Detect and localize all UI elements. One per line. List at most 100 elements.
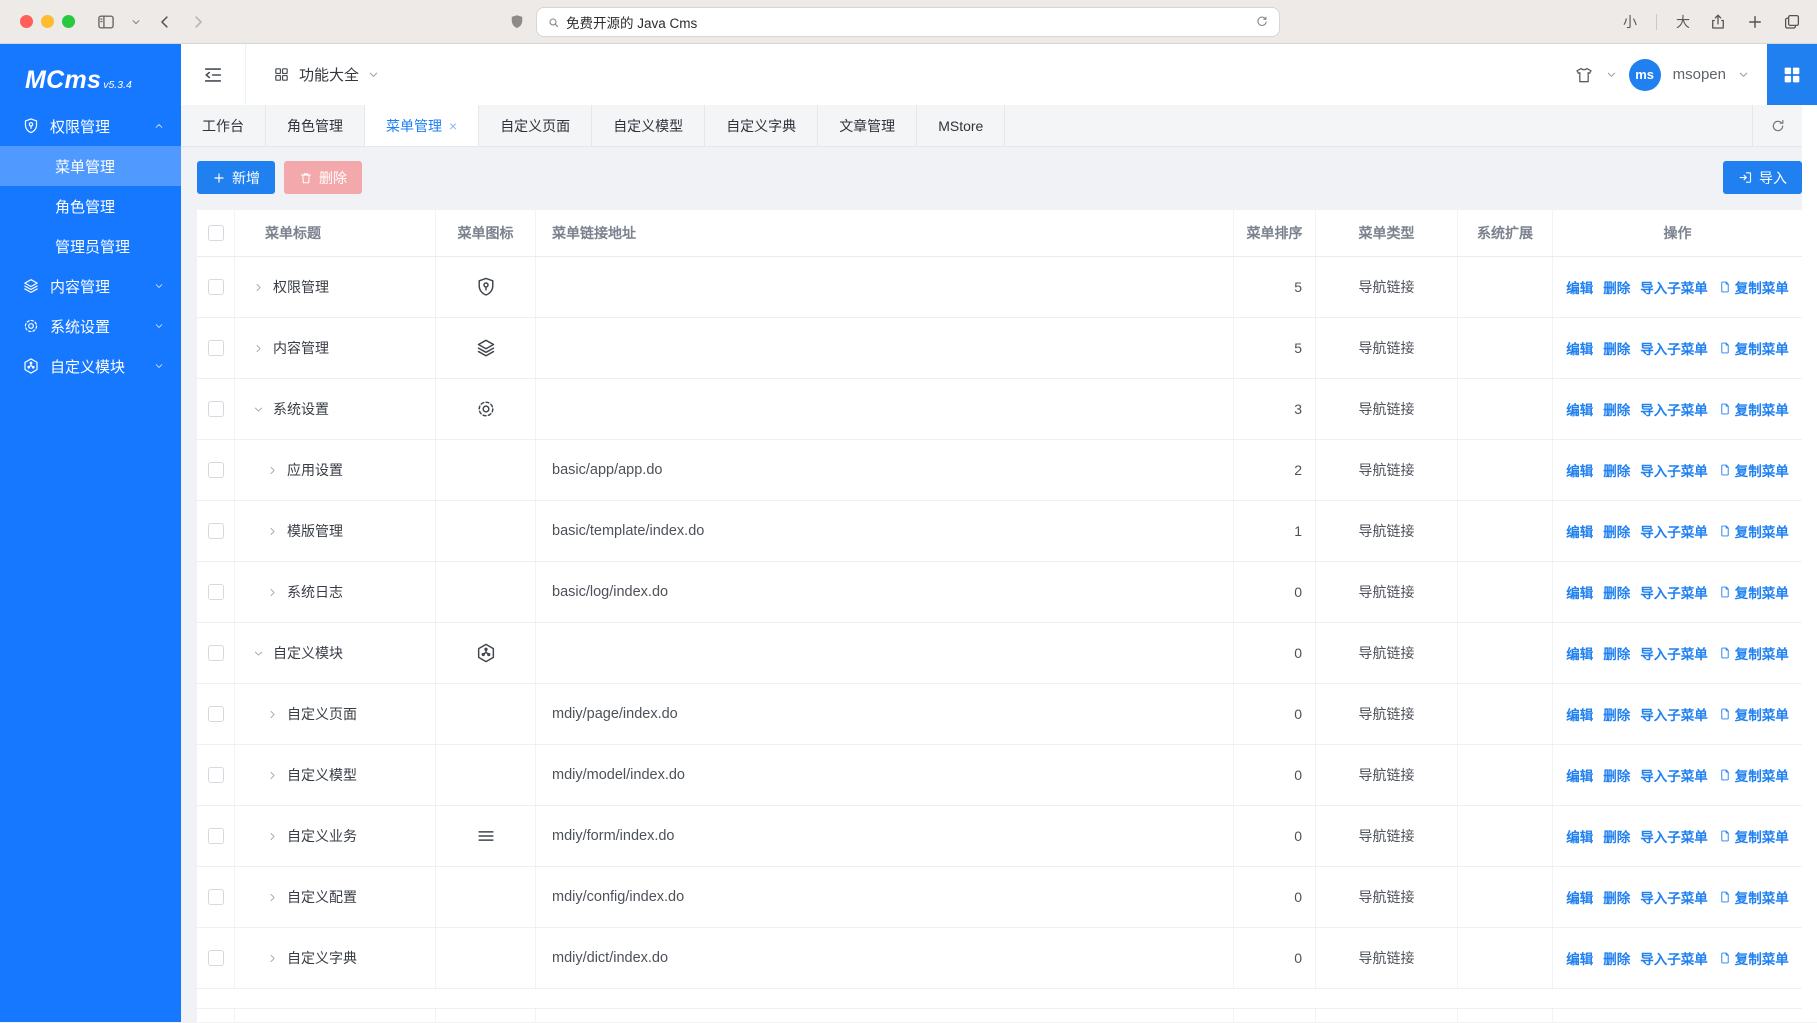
delete-button[interactable]: 删除 <box>284 161 362 194</box>
new-tab-icon[interactable] <box>1746 13 1764 31</box>
refresh-tab-button[interactable] <box>1752 105 1802 146</box>
chevron-down-icon[interactable] <box>1738 69 1749 80</box>
sidebar-group-2[interactable]: 系统设置 <box>0 306 181 346</box>
action-edit-link[interactable]: 编辑 <box>1566 948 1593 968</box>
action-import-sub-link[interactable]: 导入子菜单 <box>1640 887 1708 907</box>
sidebar-item-0-0[interactable]: 菜单管理 <box>0 146 181 186</box>
privacy-shield-icon[interactable] <box>508 13 526 31</box>
theme-tshirt-icon[interactable] <box>1574 65 1594 85</box>
action-delete-link[interactable]: 删除 <box>1603 765 1630 785</box>
row-checkbox[interactable] <box>208 340 224 356</box>
expand-row-icon[interactable] <box>266 952 279 965</box>
tab-4[interactable]: 自定义模型 <box>592 105 705 146</box>
action-copy-link[interactable]: 复制菜单 <box>1718 765 1789 785</box>
tab-3[interactable]: 自定义页面 <box>479 105 592 146</box>
expand-row-icon[interactable] <box>252 342 265 355</box>
action-edit-link[interactable]: 编辑 <box>1566 887 1593 907</box>
import-button[interactable]: 导入 <box>1723 161 1802 194</box>
action-copy-link[interactable]: 复制菜单 <box>1718 887 1789 907</box>
tab-overview-icon[interactable] <box>1783 13 1801 31</box>
expand-row-icon[interactable] <box>266 464 279 477</box>
row-checkbox[interactable] <box>208 889 224 905</box>
action-import-sub-link[interactable]: 导入子菜单 <box>1640 460 1708 480</box>
text-smaller-button[interactable]: 小 <box>1623 12 1637 32</box>
action-edit-link[interactable]: 编辑 <box>1566 582 1593 602</box>
tab-1[interactable]: 角色管理 <box>266 105 365 146</box>
expand-row-icon[interactable] <box>266 830 279 843</box>
action-copy-link[interactable]: 复制菜单 <box>1718 460 1789 480</box>
apps-grid-button[interactable] <box>1767 44 1817 105</box>
row-checkbox[interactable] <box>208 828 224 844</box>
sidebar-item-0-2[interactable]: 管理员管理 <box>0 226 181 266</box>
action-import-sub-link[interactable]: 导入子菜单 <box>1640 826 1708 846</box>
action-delete-link[interactable]: 删除 <box>1603 338 1630 358</box>
scrollbar-track[interactable] <box>1802 147 1817 1022</box>
action-copy-link[interactable]: 复制菜单 <box>1718 643 1789 663</box>
action-delete-link[interactable]: 删除 <box>1603 460 1630 480</box>
expand-row-icon[interactable] <box>266 769 279 782</box>
action-import-sub-link[interactable]: 导入子菜单 <box>1640 399 1708 419</box>
browser-sidebar-toggle-icon[interactable] <box>96 12 116 32</box>
action-delete-link[interactable]: 删除 <box>1603 887 1630 907</box>
close-window-button[interactable] <box>20 15 33 28</box>
sidebar-group-1[interactable]: 内容管理 <box>0 266 181 306</box>
action-import-sub-link[interactable]: 导入子菜单 <box>1640 643 1708 663</box>
action-import-sub-link[interactable]: 导入子菜单 <box>1640 338 1708 358</box>
text-larger-button[interactable]: 大 <box>1676 12 1690 32</box>
minimize-window-button[interactable] <box>41 15 54 28</box>
tab-0[interactable]: 工作台 <box>181 105 266 146</box>
action-delete-link[interactable]: 删除 <box>1603 582 1630 602</box>
tab-6[interactable]: 文章管理 <box>818 105 917 146</box>
select-all-checkbox[interactable] <box>208 225 224 241</box>
tab-5[interactable]: 自定义字典 <box>705 105 818 146</box>
action-import-sub-link[interactable]: 导入子菜单 <box>1640 704 1708 724</box>
action-delete-link[interactable]: 删除 <box>1603 277 1630 297</box>
collapse-row-icon[interactable] <box>252 647 265 660</box>
action-import-sub-link[interactable]: 导入子菜单 <box>1640 948 1708 968</box>
add-button[interactable]: 新增 <box>197 161 275 194</box>
chevron-down-icon[interactable] <box>131 17 141 27</box>
back-icon[interactable] <box>156 13 174 31</box>
sidebar-group-3[interactable]: 自定义模块 <box>0 346 181 386</box>
zoom-window-button[interactable] <box>62 15 75 28</box>
share-icon[interactable] <box>1709 13 1727 31</box>
expand-row-icon[interactable] <box>266 525 279 538</box>
action-delete-link[interactable]: 删除 <box>1603 521 1630 541</box>
close-icon[interactable]: × <box>449 119 457 133</box>
action-copy-link[interactable]: 复制菜单 <box>1718 582 1789 602</box>
action-import-sub-link[interactable]: 导入子菜单 <box>1640 277 1708 297</box>
action-edit-link[interactable]: 编辑 <box>1566 338 1593 358</box>
action-delete-link[interactable]: 删除 <box>1603 826 1630 846</box>
action-copy-link[interactable]: 复制菜单 <box>1718 704 1789 724</box>
action-copy-link[interactable]: 复制菜单 <box>1718 948 1789 968</box>
action-edit-link[interactable]: 编辑 <box>1566 521 1593 541</box>
action-copy-link[interactable]: 复制菜单 <box>1718 521 1789 541</box>
action-delete-link[interactable]: 删除 <box>1603 399 1630 419</box>
row-checkbox[interactable] <box>208 584 224 600</box>
expand-row-icon[interactable] <box>266 708 279 721</box>
action-import-sub-link[interactable]: 导入子菜单 <box>1640 521 1708 541</box>
avatar[interactable]: ms <box>1629 59 1661 91</box>
sidebar-item-0-1[interactable]: 角色管理 <box>0 186 181 226</box>
action-copy-link[interactable]: 复制菜单 <box>1718 826 1789 846</box>
action-copy-link[interactable]: 复制菜单 <box>1718 399 1789 419</box>
action-edit-link[interactable]: 编辑 <box>1566 765 1593 785</box>
row-checkbox[interactable] <box>208 950 224 966</box>
address-bar[interactable]: 免费开源的 Java Cms <box>536 7 1280 37</box>
forward-icon[interactable] <box>189 13 207 31</box>
chevron-down-icon[interactable] <box>1606 69 1617 80</box>
row-checkbox[interactable] <box>208 462 224 478</box>
action-import-sub-link[interactable]: 导入子菜单 <box>1640 765 1708 785</box>
menu-fold-icon[interactable] <box>181 64 245 86</box>
action-delete-link[interactable]: 删除 <box>1603 948 1630 968</box>
action-copy-link[interactable]: 复制菜单 <box>1718 277 1789 297</box>
action-edit-link[interactable]: 编辑 <box>1566 399 1593 419</box>
action-delete-link[interactable]: 删除 <box>1603 704 1630 724</box>
collapse-row-icon[interactable] <box>252 403 265 416</box>
row-checkbox[interactable] <box>208 523 224 539</box>
row-checkbox[interactable] <box>208 767 224 783</box>
reload-icon[interactable] <box>1255 15 1269 29</box>
action-edit-link[interactable]: 编辑 <box>1566 460 1593 480</box>
tab-7[interactable]: MStore <box>917 105 1005 146</box>
expand-row-icon[interactable] <box>252 281 265 294</box>
